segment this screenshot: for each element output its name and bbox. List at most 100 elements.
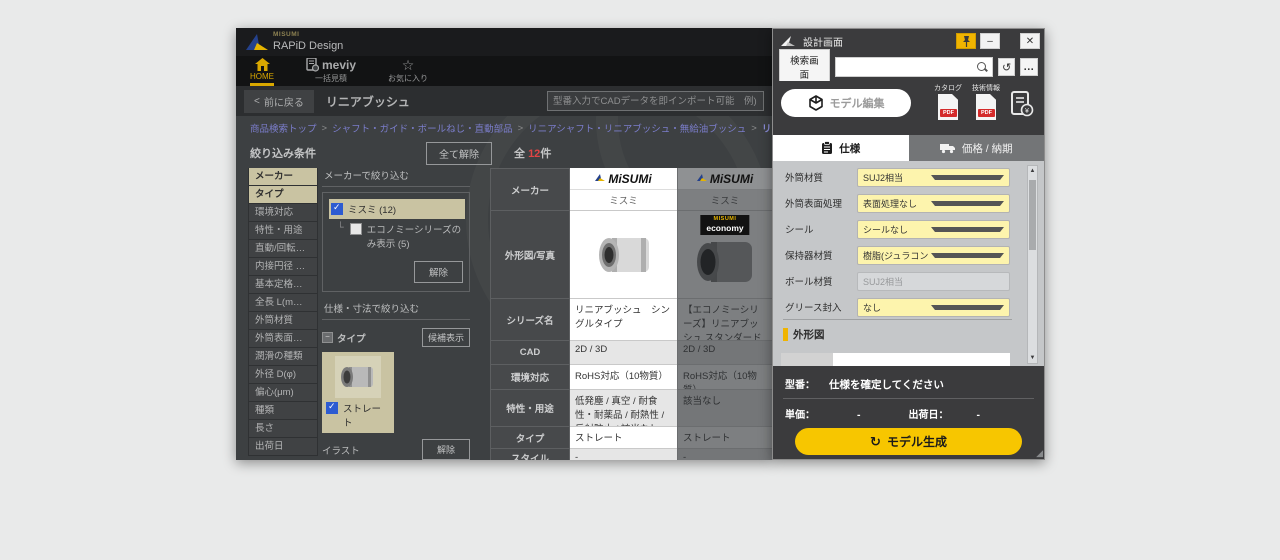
maker-clear-button[interactable]: 解除: [414, 261, 463, 283]
breadcrumb-separator: >: [751, 123, 757, 134]
clipboard-icon: [821, 141, 833, 155]
sidebar-item-eccentricity[interactable]: 偏心(μm): [248, 384, 318, 402]
nav-favorites[interactable]: ☆ お気に入り: [386, 56, 430, 86]
retainer-material-select[interactable]: 樹脂(ジュラコンM90相当): [857, 246, 1010, 265]
seal-select[interactable]: シールなし: [857, 220, 1010, 239]
sidebar-item-lubrication[interactable]: 潤滑の種類: [248, 348, 318, 366]
row-label-series: シリーズ名: [490, 299, 570, 341]
straight-type-thumbnail: [335, 356, 381, 398]
document-links: カタログ PDF 技術情報 PDF ¥: [934, 83, 1034, 120]
sidebar-item-surface-treatment[interactable]: 外筒表面…: [248, 330, 318, 348]
sidebar-item-inner-diameter[interactable]: 内接円径 …: [248, 258, 318, 276]
product-2-features: 該当なし: [677, 390, 772, 427]
product-1-type: ストレート: [570, 427, 677, 449]
straight-checkbox-label: ストレート: [343, 401, 390, 429]
sidebar-item-kind[interactable]: 種類: [248, 402, 318, 420]
candidates-button[interactable]: 候補表示: [422, 328, 470, 347]
sidebar-item-outer-diameter[interactable]: 外径 D(φ): [248, 366, 318, 384]
generate-model-button[interactable]: ↻ モデル生成: [795, 428, 1022, 455]
product-1-photo[interactable]: [570, 211, 677, 299]
sidebar-item-environment[interactable]: 環境対応: [248, 204, 318, 222]
type-filter-label: タイプ: [337, 331, 366, 345]
field-label: シール: [785, 222, 857, 236]
spec-scrollbar[interactable]: ▲ ▼: [1027, 165, 1038, 364]
tab-price-label: 価格 / 納期: [962, 141, 1013, 156]
sidebar-item-basic-rating[interactable]: 基本定格…: [248, 276, 318, 294]
type-option-straight[interactable]: ストレート: [322, 352, 394, 433]
sidebar-item-cylinder-material[interactable]: 外筒材質: [248, 312, 318, 330]
nav-meviy[interactable]: meviy 一括見積: [304, 56, 358, 86]
economy-series-checkbox[interactable]: └ エコノミーシリーズのみ表示 (5): [335, 219, 465, 253]
nav-home[interactable]: HOME: [248, 56, 276, 86]
row-label-type: タイプ: [490, 427, 570, 449]
breadcrumb-item[interactable]: リニアシャフト・リニアブッシュ・無給油ブッシュ: [528, 121, 746, 135]
sidebar-item-ship-date[interactable]: 出荷日: [248, 438, 318, 456]
product-2-type: ストレート: [677, 427, 772, 449]
breadcrumb-separator: >: [322, 123, 328, 134]
model-edit-label: モデル編集: [830, 95, 885, 111]
chevron-down-icon: [931, 227, 1004, 232]
chevron-down-icon: [931, 253, 1004, 258]
product-name: RAPiD Design: [273, 41, 343, 52]
section-marker: [783, 328, 788, 341]
model-edit-button[interactable]: モデル編集: [781, 89, 911, 117]
product-2-photo[interactable]: MISUMI economy: [677, 211, 772, 299]
field-label: グリース封入: [785, 300, 857, 314]
outer-material-select[interactable]: SUJ2相当: [857, 168, 1010, 187]
maker-checkbox-misumi[interactable]: ミスミ (12): [329, 199, 465, 219]
tech-info-pdf-button[interactable]: 技術情報 PDF: [972, 83, 1000, 120]
meviy-quote-icon: [306, 58, 319, 72]
comment-button[interactable]: …: [1020, 58, 1038, 76]
sidebar-item-type[interactable]: タイプ: [248, 186, 318, 204]
filter-conditions-title: 絞り込み条件: [250, 145, 316, 161]
close-icon: ✕: [1026, 36, 1034, 47]
clear-all-button[interactable]: 全て解除: [426, 142, 492, 165]
breadcrumb-item[interactable]: シャフト・ガイド・ボールねじ・直動部品: [332, 121, 513, 135]
quote-document-button[interactable]: ¥: [1010, 91, 1034, 117]
pin-button[interactable]: [956, 33, 976, 49]
sidebar-item-length-l[interactable]: 全長 L(m…: [248, 294, 318, 312]
product-column-1-header[interactable]: MiSUMi ミスミ: [570, 168, 677, 211]
economy-bushing-image: [694, 238, 756, 286]
straight-checkbox[interactable]: ストレート: [326, 401, 390, 429]
scroll-down-icon[interactable]: ▼: [1030, 353, 1036, 363]
back-button[interactable]: < 前に戻る: [244, 90, 314, 113]
tab-price-delivery[interactable]: 価格 / 納期: [909, 135, 1045, 161]
breadcrumb-item[interactable]: 商品検索トップ: [250, 121, 317, 135]
tech-info-label: 技術情報: [972, 83, 1000, 93]
sidebar-item-features[interactable]: 特性・用途: [248, 222, 318, 240]
product-2-series[interactable]: 【エコノミーシリーズ】リニアブッシュ スタンダード シングル: [677, 299, 772, 341]
history-icon: ↺: [1002, 61, 1011, 74]
catalog-pdf-button[interactable]: カタログ PDF: [934, 83, 962, 120]
type-filter-row: − タイプ 候補表示: [322, 328, 470, 347]
truck-icon: [940, 142, 956, 154]
grease-select[interactable]: なし: [857, 298, 1010, 317]
row-label-style: スタイル: [490, 449, 570, 460]
panel-search-input[interactable]: [836, 58, 976, 76]
close-button[interactable]: ✕: [1020, 33, 1040, 49]
panel-logo-icon: [781, 36, 795, 46]
surface-treatment-select[interactable]: 表面処理なし: [857, 194, 1010, 213]
scroll-up-icon[interactable]: ▲: [1030, 166, 1036, 176]
search-icon[interactable]: [976, 61, 989, 74]
filter-detail-panel: メーカーで絞り込む ミスミ (12) └ エコノミーシリーズのみ表示 (5) 解…: [322, 168, 470, 460]
resize-grip[interactable]: ◢: [1036, 448, 1043, 459]
sidebar-item-length[interactable]: 長さ: [248, 420, 318, 438]
sidebar-item-motion[interactable]: 直動/回転…: [248, 240, 318, 258]
scrollbar-thumb[interactable]: [1029, 180, 1036, 250]
collapse-icon[interactable]: −: [322, 332, 333, 343]
main-nav: HOME meviy 一括見積 ☆ お気に入り: [236, 56, 772, 86]
ball-material-field-disabled: SUJ2相当: [857, 272, 1010, 291]
product-column-2-header[interactable]: MiSUMi ミスミ: [677, 168, 772, 211]
tab-spec[interactable]: 仕様: [773, 135, 909, 161]
search-screen-button[interactable]: 検索画面: [779, 49, 830, 85]
cad-part-number-input[interactable]: [547, 91, 764, 111]
product-1-series[interactable]: リニアブッシュ シングルタイプ: [570, 299, 677, 341]
history-button[interactable]: ↺: [998, 58, 1016, 76]
sidebar-item-maker[interactable]: メーカー: [248, 168, 318, 186]
nav-home-label: HOME: [250, 72, 274, 86]
minimize-button[interactable]: –: [980, 33, 1000, 49]
type-clear-button[interactable]: 解除: [422, 439, 470, 460]
linear-bushing-image: [593, 233, 655, 277]
field-label: ボール材質: [785, 274, 857, 288]
